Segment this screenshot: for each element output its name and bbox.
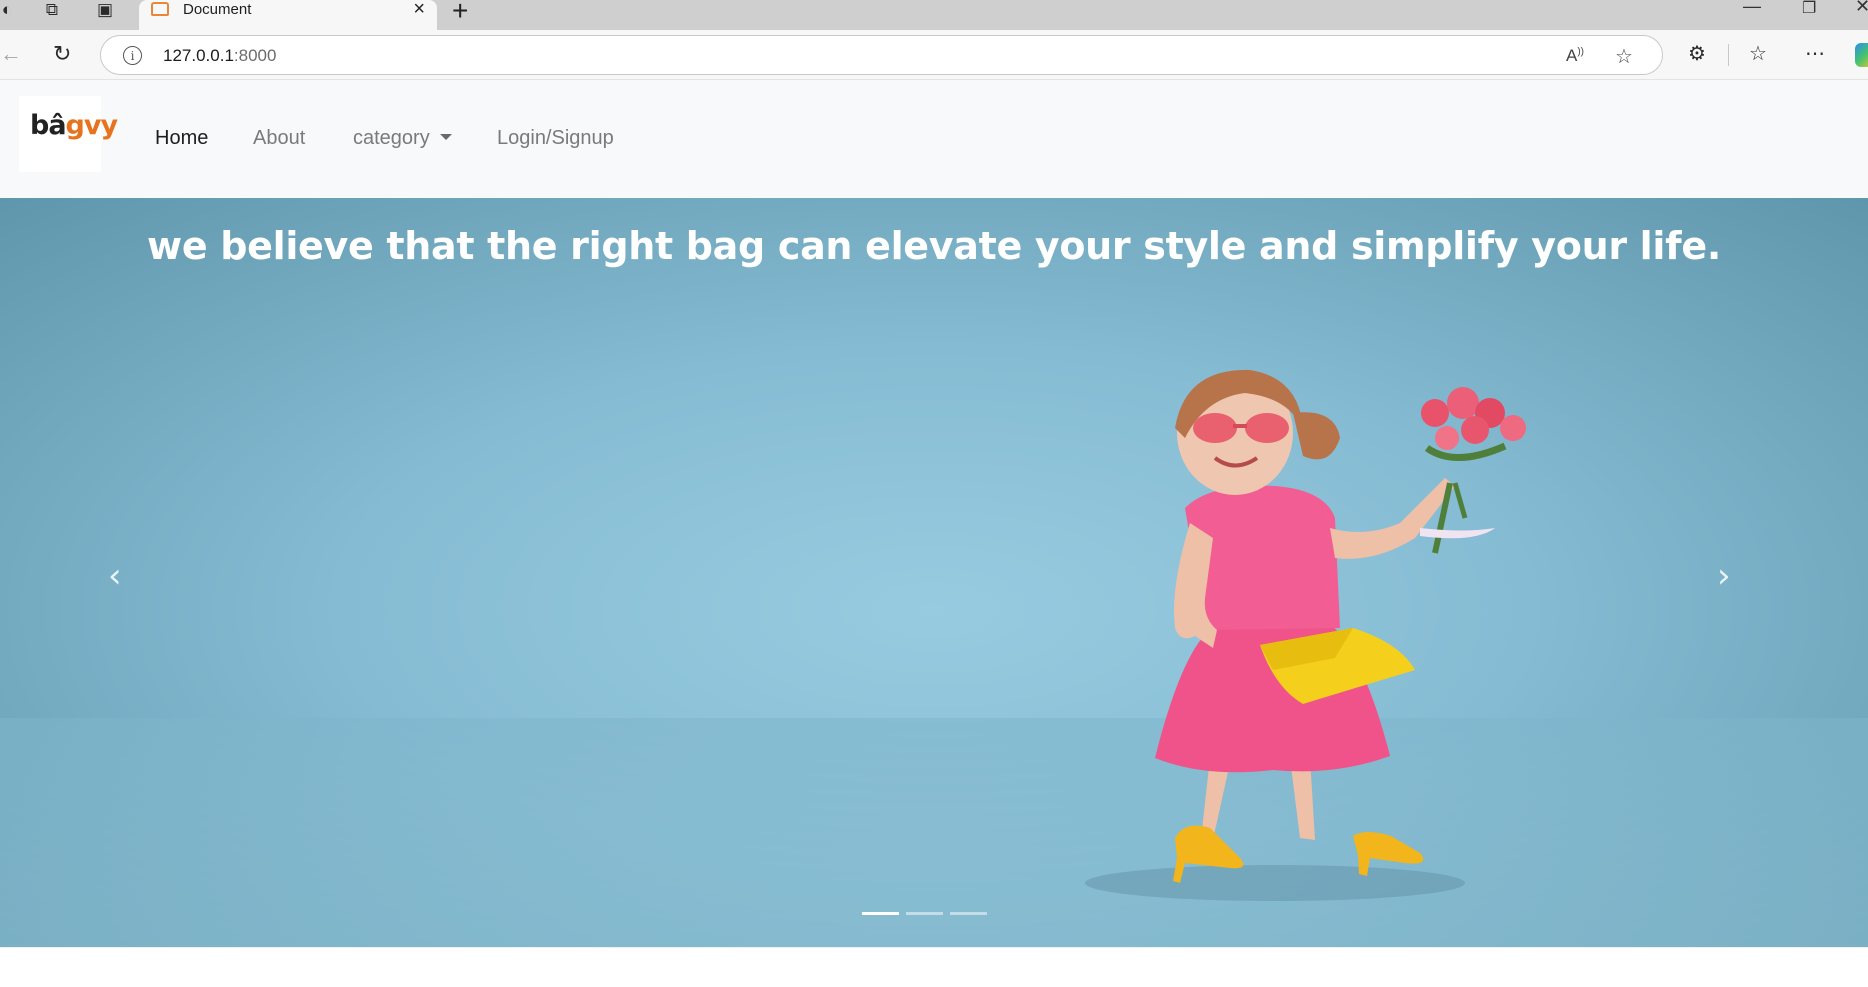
page-below-fold — [0, 947, 1868, 987]
reload-icon[interactable]: ↻ — [53, 42, 71, 66]
tab-actions-icon[interactable]: ▣ — [90, 0, 120, 20]
carousel-indicator-3[interactable] — [950, 912, 987, 915]
url-port: :8000 — [233, 46, 277, 65]
logo-prefix: bâ — [30, 110, 67, 141]
carousel-indicator-1[interactable] — [862, 912, 899, 915]
url-text[interactable]: 127.0.0.1:8000 — [163, 46, 276, 66]
carousel-indicators — [862, 912, 987, 915]
url-host: 127.0.0.1 — [163, 46, 234, 65]
nav-about[interactable]: About — [253, 127, 305, 150]
brand-logo[interactable]: bâgvy — [19, 96, 118, 172]
toolbar-separator — [1728, 44, 1729, 66]
logo-suffix: gvy — [65, 110, 119, 141]
browser-toolbar: ← ↻ i 127.0.0.1:8000 A)) ☆ ⚙ ☆ ⋯ — [0, 30, 1868, 80]
browser-tab-bar: ◐ ⧉ ▣ Document × + — ❐ ✕ — [0, 0, 1868, 30]
hero-carousel: we believe that the right bag can elevat… — [0, 198, 1868, 947]
minimize-icon[interactable]: — — [1743, 0, 1761, 17]
carousel-indicator-2[interactable] — [906, 912, 943, 915]
read-aloud-icon[interactable]: A)) — [1566, 46, 1584, 66]
profile-icon[interactable]: ◐ — [0, 0, 22, 20]
tab-favicon-icon — [151, 2, 169, 16]
caret-down-icon — [439, 134, 452, 140]
extensions-icon[interactable]: ⚙ — [1688, 42, 1706, 66]
nav-category-dropdown[interactable]: category — [353, 127, 452, 150]
hero-caption: we believe that the right bag can elevat… — [147, 224, 1721, 268]
tab-title: Document — [183, 0, 252, 18]
back-icon[interactable]: ← — [0, 42, 22, 66]
logo-wordmark: bâgvy — [30, 110, 119, 141]
new-tab-icon[interactable]: + — [452, 0, 468, 27]
favorite-star-icon[interactable]: ☆ — [1615, 44, 1633, 69]
workspaces-icon[interactable]: ⧉ — [37, 0, 67, 20]
tab-close-icon[interactable]: × — [413, 0, 425, 21]
restore-icon[interactable]: ❐ — [1802, 0, 1816, 18]
site-info-icon[interactable]: i — [123, 46, 142, 65]
nav-home[interactable]: Home — [155, 127, 208, 150]
address-bar[interactable]: i 127.0.0.1:8000 A)) ☆ — [100, 35, 1663, 75]
copilot-icon[interactable] — [1855, 43, 1868, 67]
carousel-prev-chevron-left-icon[interactable]: ‹ — [108, 556, 122, 596]
browser-tab-active[interactable]: Document × — [139, 0, 437, 30]
close-window-icon[interactable]: ✕ — [1855, 0, 1868, 17]
carousel-next-chevron-right-icon[interactable]: › — [1717, 556, 1731, 596]
nav-login-signup[interactable]: Login/Signup — [497, 127, 614, 150]
favorites-icon[interactable]: ☆ — [1749, 42, 1767, 66]
site-navbar: bâgvy Home About category Login/Signup — [0, 80, 1868, 198]
more-menu-icon[interactable]: ⋯ — [1805, 42, 1825, 66]
hero-image-girl-with-bag — [1085, 369, 1526, 901]
nav-category-label: category — [353, 127, 430, 149]
